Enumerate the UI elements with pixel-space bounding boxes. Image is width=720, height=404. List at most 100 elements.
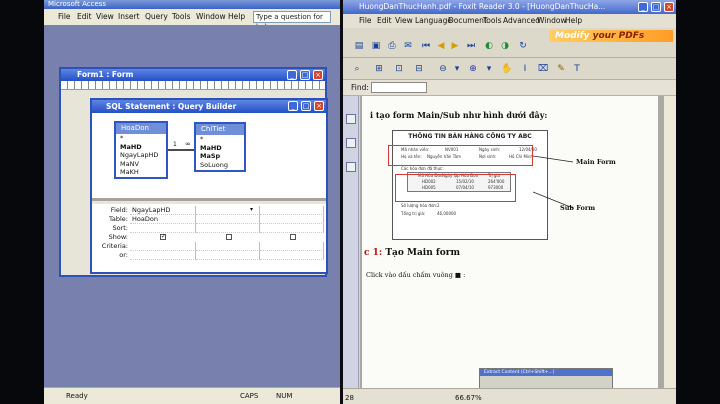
select-text-icon[interactable]: I xyxy=(519,63,531,75)
zoom-out-icon[interactable]: ⊖ xyxy=(437,63,449,75)
maximize-icon[interactable]: □ xyxy=(301,101,311,111)
menu-view[interactable]: View xyxy=(395,16,413,26)
field-item[interactable]: MaKH xyxy=(116,168,166,177)
find-input[interactable] xyxy=(371,82,427,93)
status-num: NUM xyxy=(276,392,293,400)
access-menubar: File Edit View Insert Query Tools Window… xyxy=(44,9,340,31)
main-form-highlight xyxy=(388,145,533,166)
grid-table-cell[interactable] xyxy=(260,215,324,224)
grid-criteria-cell[interactable] xyxy=(260,242,324,251)
field-item[interactable]: MaNV xyxy=(116,160,166,169)
table-name: ChiTiet xyxy=(196,124,244,135)
bookmarks-icon[interactable] xyxy=(346,114,356,124)
grid-criteria-cell[interactable] xyxy=(130,242,196,251)
close-icon[interactable]: × xyxy=(314,101,324,111)
section-title: Tạo Main form xyxy=(385,248,461,258)
document-viewport[interactable]: i tạo form Main/Sub như hình dưới đây: T… xyxy=(360,96,663,388)
grid-table-cell[interactable]: HoaDon xyxy=(130,215,196,224)
monitor-bezel-right xyxy=(676,0,720,404)
grid-field-cell[interactable]: NgayLapHD xyxy=(130,206,196,215)
open-icon[interactable]: ▤ xyxy=(353,40,365,52)
field-item[interactable]: NgayLapHD xyxy=(116,151,166,160)
zoom-dropdown-icon[interactable]: ▾ xyxy=(483,63,495,75)
email-icon[interactable]: ✉ xyxy=(402,40,414,52)
layers-icon[interactable] xyxy=(346,162,356,172)
field-item[interactable]: SoLuong xyxy=(196,161,244,170)
close-icon[interactable]: × xyxy=(664,2,674,12)
save-icon[interactable]: ▣ xyxy=(370,40,382,52)
menu-advanced[interactable]: Advanced xyxy=(503,16,540,26)
actual-size-icon[interactable]: ⊟ xyxy=(413,63,425,75)
menu-document[interactable]: Document xyxy=(448,16,487,26)
query-builder-window[interactable]: SQL Statement : Query Builder _ □ × HoaD… xyxy=(90,98,328,274)
minimize-icon[interactable]: _ xyxy=(638,2,648,12)
first-page-icon[interactable]: ⏮ xyxy=(420,40,432,52)
field-item[interactable]: MaHD xyxy=(196,144,244,153)
pages-icon[interactable] xyxy=(346,138,356,148)
field-item[interactable]: * xyxy=(116,134,166,143)
menu-language[interactable]: Language xyxy=(415,16,452,26)
typewriter-icon[interactable]: T xyxy=(571,63,583,75)
show-checkbox[interactable]: ✓ xyxy=(160,234,166,240)
zoom-tool-icon[interactable]: ⌕ xyxy=(351,63,363,75)
grid-sort-cell[interactable] xyxy=(260,224,324,233)
pdf-page: i tạo form Main/Sub như hình dưới đây: T… xyxy=(362,96,658,388)
field-item[interactable]: MaSp xyxy=(196,152,244,161)
menu-view[interactable]: View xyxy=(96,12,114,22)
modify-pdf-banner[interactable]: Modify your PDFs xyxy=(549,30,673,42)
table-hoadon[interactable]: HoaDon * MaHD NgayLapHD MaNV MaKH xyxy=(114,121,168,179)
back-icon[interactable]: ◐ xyxy=(483,40,495,52)
table-chitiet[interactable]: ChiTiet * MaHD MaSp SoLuong xyxy=(194,122,246,172)
zoom-dropdown-icon[interactable]: ▾ xyxy=(451,63,463,75)
hand-tool-icon[interactable]: ✋ xyxy=(501,63,513,75)
fit-width-icon[interactable]: ⊡ xyxy=(393,63,405,75)
print-icon[interactable]: ⎙ xyxy=(386,40,398,52)
table-name: HoaDon xyxy=(116,123,166,134)
grid-row-table: Table: HoaDon xyxy=(92,215,326,224)
section-number: c 1: xyxy=(364,248,383,258)
grid-table-cell[interactable] xyxy=(196,215,260,224)
grid-field-cell[interactable] xyxy=(260,206,324,215)
menu-insert[interactable]: Insert xyxy=(118,12,140,22)
grid-sort-cell[interactable] xyxy=(196,224,260,233)
vertical-scrollbar[interactable] xyxy=(663,96,676,388)
menu-tools[interactable]: Tools xyxy=(172,12,190,22)
maximize-icon[interactable]: □ xyxy=(651,2,661,12)
show-checkbox[interactable] xyxy=(226,234,232,240)
field-item[interactable]: * xyxy=(196,135,244,144)
menu-file[interactable]: File xyxy=(58,12,71,22)
annotation-icon[interactable]: ✎ xyxy=(555,63,567,75)
snapshot-icon[interactable]: ⌧ xyxy=(537,63,549,75)
grid-criteria-cell[interactable] xyxy=(196,242,260,251)
minimize-icon[interactable]: _ xyxy=(287,70,297,80)
last-page-icon[interactable]: ⏭ xyxy=(465,40,477,52)
grid-sort-cell[interactable] xyxy=(130,224,196,233)
close-icon[interactable]: × xyxy=(313,70,323,80)
field-item[interactable]: MaHD xyxy=(116,143,166,152)
menu-query[interactable]: Query xyxy=(145,12,168,22)
menu-edit[interactable]: Edit xyxy=(377,16,392,26)
forward-icon[interactable]: ◑ xyxy=(499,40,511,52)
grid-or-cell[interactable] xyxy=(130,251,196,260)
show-checkbox[interactable] xyxy=(290,234,296,240)
menu-window[interactable]: Window xyxy=(196,12,226,22)
help-search-input[interactable]: Type a question for help xyxy=(253,11,331,31)
menu-help[interactable]: Help xyxy=(565,16,582,26)
fit-page-icon[interactable]: ⊞ xyxy=(373,63,385,75)
menu-file[interactable]: File xyxy=(359,16,372,26)
foxit-menubar: File Edit View Language Document Tools A… xyxy=(343,14,676,28)
prev-page-icon[interactable]: ◀ xyxy=(435,40,447,52)
rotate-icon[interactable]: ↻ xyxy=(517,40,529,52)
foxit-toolbar-tools: ⌕ ⊞ ⊡ ⊟ ⊖ ▾ ⊕ ▾ ✋ I ⌧ ✎ T xyxy=(343,58,676,80)
grid-or-cell[interactable] xyxy=(196,251,260,260)
next-page-icon[interactable]: ▶ xyxy=(449,40,461,52)
maximize-icon[interactable]: □ xyxy=(300,70,310,80)
menu-edit[interactable]: Edit xyxy=(77,12,92,22)
grid-or-cell[interactable] xyxy=(260,251,324,260)
dropdown-arrow-icon[interactable]: ▾ xyxy=(250,206,253,213)
menu-window[interactable]: Window xyxy=(537,16,567,26)
menu-help[interactable]: Help xyxy=(228,12,245,22)
zoom-in-icon[interactable]: ⊕ xyxy=(467,63,479,75)
menu-tools[interactable]: Tools xyxy=(483,16,501,26)
minimize-icon[interactable]: _ xyxy=(288,101,298,111)
